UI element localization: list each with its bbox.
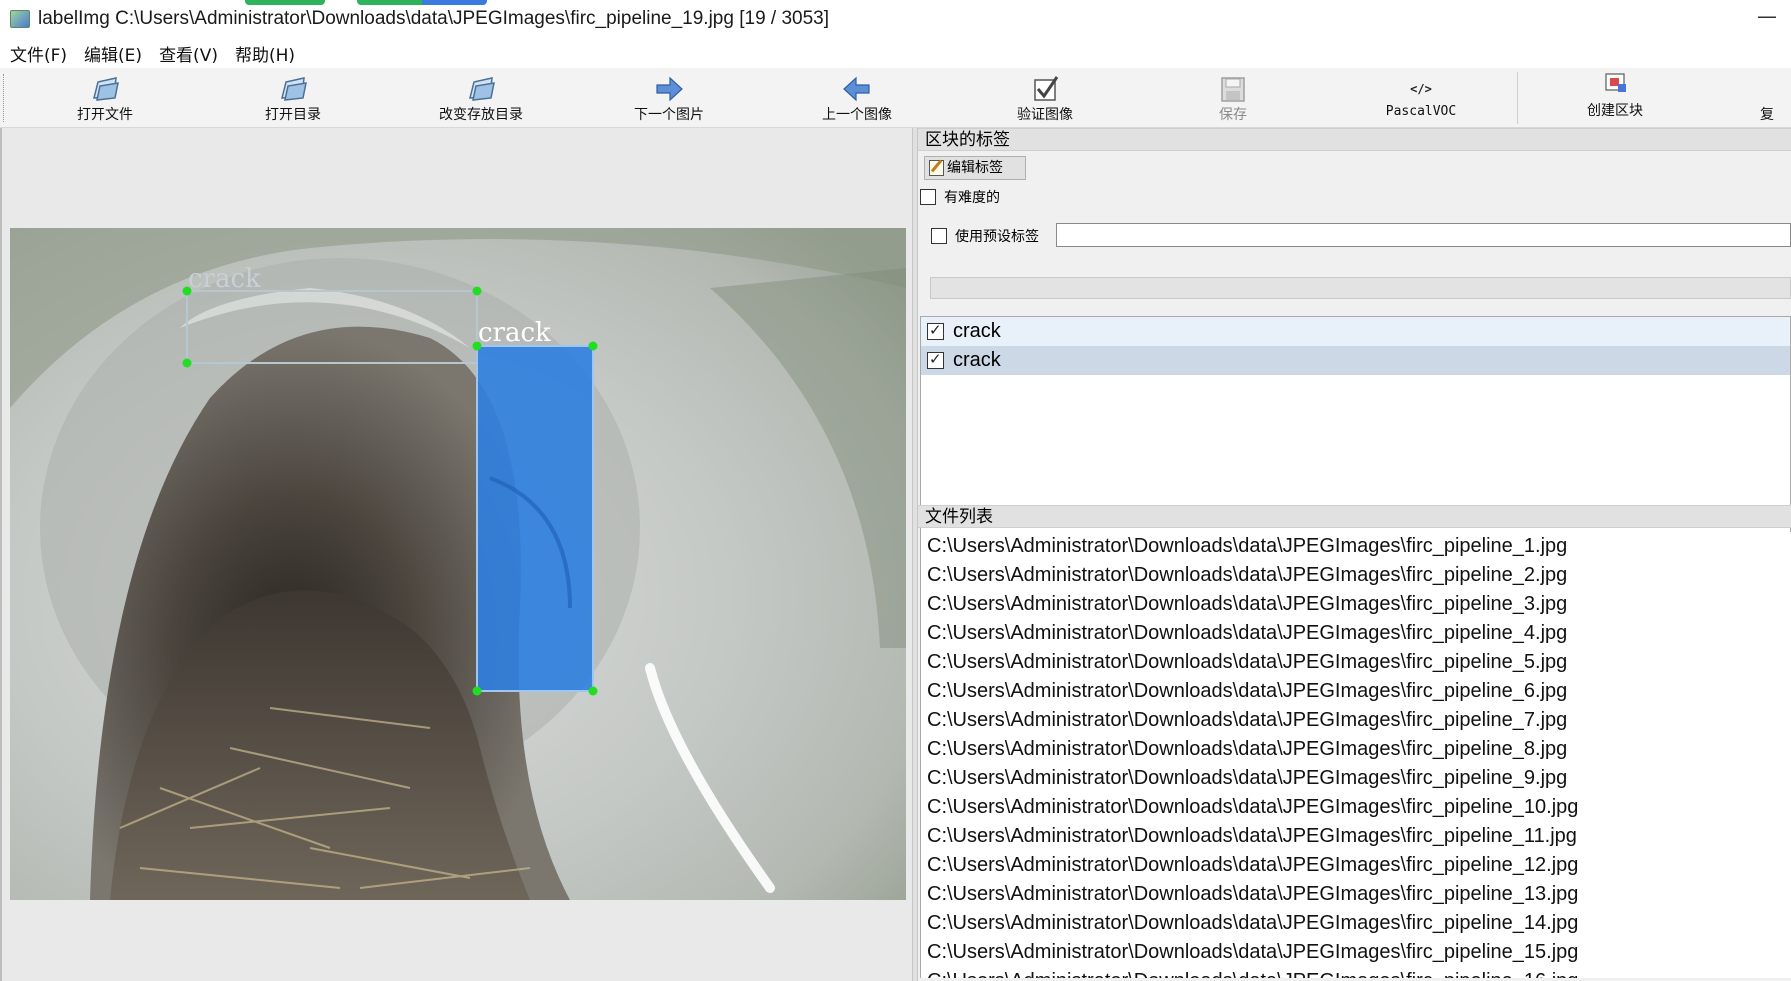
- checkbox-verify-icon: [1034, 76, 1059, 101]
- copy-icon: [1770, 74, 1790, 104]
- folder-open-icon: [93, 77, 119, 101]
- file-list-item[interactable]: C:\Users\Administrator\Downloads\data\JP…: [921, 793, 1791, 822]
- format-label: PascalVOC: [1385, 104, 1457, 119]
- label-item-text: crack: [953, 349, 1001, 371]
- box-vertex[interactable]: [588, 341, 598, 351]
- prev-image-button[interactable]: 上一个图像: [777, 70, 937, 126]
- file-list-item[interactable]: C:\Users\Administrator\Downloads\data\JP…: [921, 619, 1791, 648]
- open-file-button[interactable]: 打开文件: [25, 70, 185, 126]
- file-list-item[interactable]: C:\Users\Administrator\Downloads\data\JP…: [921, 532, 1791, 561]
- labels-panel-title: 区块的标签: [918, 128, 1791, 151]
- prev-image-label: 上一个图像: [822, 107, 892, 123]
- verify-image-button[interactable]: 验证图像: [965, 70, 1125, 126]
- folder-open-icon: [281, 77, 307, 101]
- file-list-item[interactable]: C:\Users\Administrator\Downloads\data\JP…: [921, 561, 1791, 590]
- create-box-button[interactable]: 创建区块: [1535, 70, 1695, 126]
- copy-label: 复: [1760, 107, 1774, 123]
- toolbar: 打开文件 打开目录 改变存放目录 下一个图片 上一个图像 验证图像 保存 </>…: [0, 68, 1791, 128]
- box-label-1: crack: [188, 264, 261, 294]
- taskbar-indicator: [357, 0, 487, 5]
- edit-pencil-icon: [929, 160, 944, 176]
- file-list-title: 文件列表: [918, 505, 1791, 528]
- use-default-label-row: 使用预设标签: [931, 226, 1039, 246]
- file-list-item[interactable]: C:\Users\Administrator\Downloads\data\JP…: [921, 648, 1791, 677]
- canvas-border: [0, 128, 2, 981]
- menu-bar: 文件(F) 编辑(E) 查看(V) 帮助(H): [0, 38, 1791, 68]
- file-list-item[interactable]: C:\Users\Administrator\Downloads\data\JP…: [921, 706, 1791, 735]
- arrow-left-icon: [843, 76, 870, 102]
- edit-label-button[interactable]: 编辑标签: [924, 156, 1026, 180]
- file-list-item[interactable]: C:\Users\Administrator\Downloads\data\JP…: [921, 880, 1791, 909]
- file-list-item[interactable]: C:\Users\Administrator\Downloads\data\JP…: [921, 938, 1791, 967]
- edit-label-text: 编辑标签: [947, 160, 1003, 176]
- menu-file[interactable]: 文件(F): [10, 41, 67, 66]
- label-item-text: crack: [953, 320, 1001, 342]
- menu-view[interactable]: 查看(V): [159, 41, 218, 66]
- file-list[interactable]: C:\Users\Administrator\Downloads\data\JP…: [920, 532, 1791, 978]
- difficult-row: 有难度的: [920, 187, 1000, 207]
- box-vertex[interactable]: [182, 286, 192, 296]
- box-vertex[interactable]: [472, 286, 482, 296]
- minimize-button[interactable]: —: [1757, 4, 1777, 28]
- box-vertex[interactable]: [472, 341, 482, 351]
- taskbar-indicator: [245, 0, 325, 5]
- file-list-item[interactable]: C:\Users\Administrator\Downloads\data\JP…: [921, 851, 1791, 880]
- image-canvas[interactable]: crack crack: [0, 128, 916, 981]
- label-filter-combo[interactable]: [930, 277, 1791, 299]
- window-title: labelImg C:\Users\Administrator\Download…: [38, 8, 830, 29]
- difficult-label: 有难度的: [944, 190, 1000, 206]
- use-default-label-text: 使用预设标签: [955, 229, 1039, 245]
- title-bar: labelImg C:\Users\Administrator\Download…: [0, 0, 1791, 38]
- verify-image-label: 验证图像: [1017, 107, 1073, 123]
- right-dock: 区块的标签 编辑标签 有难度的 使用预设标签 crack crack 文件列表 …: [918, 128, 1791, 981]
- file-list-item[interactable]: C:\Users\Administrator\Downloads\data\JP…: [921, 677, 1791, 706]
- folder-open-icon: [469, 77, 495, 101]
- save-label: 保存: [1219, 107, 1247, 123]
- pipeline-photo: crack crack: [10, 228, 906, 900]
- open-dir-label: 打开目录: [265, 107, 321, 123]
- selected-box[interactable]: [476, 345, 594, 692]
- file-list-item[interactable]: C:\Users\Administrator\Downloads\data\JP…: [921, 822, 1791, 851]
- app-icon: [10, 10, 30, 28]
- file-list-item[interactable]: C:\Users\Administrator\Downloads\data\JP…: [921, 590, 1791, 619]
- label-visible-checkbox[interactable]: [927, 350, 944, 369]
- save-disk-icon: [1221, 77, 1245, 102]
- file-list-item[interactable]: C:\Users\Administrator\Downloads\data\JP…: [921, 967, 1791, 978]
- create-box-icon: [1605, 73, 1626, 92]
- pipeline-image[interactable]: crack crack: [10, 228, 906, 900]
- code-tag-icon: </>: [1410, 82, 1432, 96]
- box-vertex[interactable]: [588, 686, 598, 696]
- box-label-2: crack: [478, 318, 551, 348]
- copy-button[interactable]: 复: [1760, 70, 1791, 126]
- save-button[interactable]: 保存: [1153, 70, 1313, 126]
- difficult-checkbox[interactable]: [920, 189, 936, 205]
- file-list-item[interactable]: C:\Users\Administrator\Downloads\data\JP…: [921, 909, 1791, 938]
- label-list-item[interactable]: crack: [921, 346, 1790, 375]
- menu-help[interactable]: 帮助(H): [235, 41, 295, 66]
- box-vertex[interactable]: [472, 686, 482, 696]
- box-vertex[interactable]: [182, 358, 192, 368]
- file-list-item[interactable]: C:\Users\Administrator\Downloads\data\JP…: [921, 735, 1791, 764]
- change-save-dir-label: 改变存放目录: [439, 107, 523, 123]
- menu-edit[interactable]: 编辑(E): [84, 41, 142, 66]
- svg-text:</>: </>: [1410, 82, 1432, 96]
- create-box-label: 创建区块: [1587, 103, 1643, 119]
- open-dir-button[interactable]: 打开目录: [213, 70, 373, 126]
- use-default-label-checkbox[interactable]: [931, 228, 947, 244]
- toolbar-grip[interactable]: [3, 74, 6, 122]
- toolbar-separator: [1517, 72, 1518, 124]
- change-save-dir-button[interactable]: 改变存放目录: [401, 70, 561, 126]
- default-label-input[interactable]: [1056, 223, 1791, 247]
- format-button[interactable]: </> PascalVOC: [1341, 70, 1501, 126]
- label-visible-checkbox[interactable]: [927, 321, 944, 340]
- next-image-button[interactable]: 下一个图片: [589, 70, 749, 126]
- file-list-item[interactable]: C:\Users\Administrator\Downloads\data\JP…: [921, 764, 1791, 793]
- arrow-right-icon: [656, 76, 683, 102]
- label-list-item[interactable]: crack: [921, 317, 1790, 346]
- open-file-label: 打开文件: [77, 107, 133, 123]
- next-image-label: 下一个图片: [634, 107, 704, 123]
